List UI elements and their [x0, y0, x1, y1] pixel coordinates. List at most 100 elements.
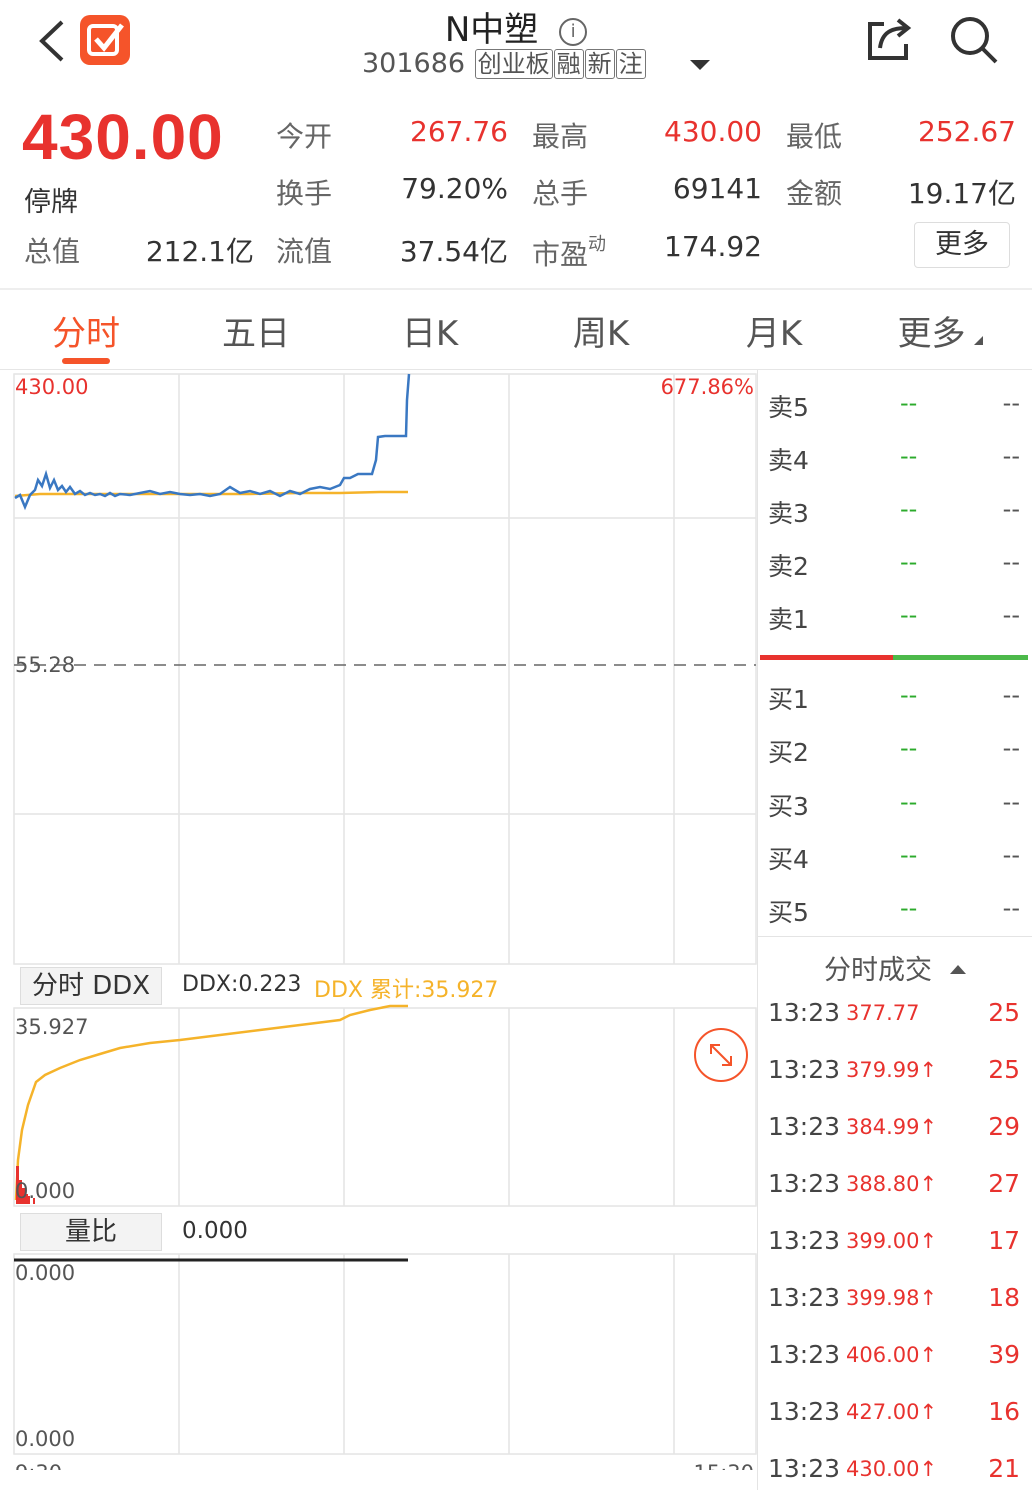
trade-time: 13:23 [768, 1055, 841, 1084]
open-label: 今开 [276, 120, 333, 153]
ask-bar [760, 655, 893, 660]
search-icon [951, 17, 998, 64]
back-button[interactable] [34, 16, 74, 66]
pe-superscript: 动 [588, 234, 607, 255]
search-button[interactable] [948, 14, 1000, 66]
info-icon[interactable]: i [559, 18, 588, 46]
intraday-chart[interactable]: 430.00 677.86% 55.28 35.927 0.000 0.000 … [0, 370, 758, 1470]
trading-status: 停牌 [24, 187, 78, 218]
ask-level-volume: -- [1002, 548, 1020, 576]
bid-level-volume: -- [1002, 734, 1020, 762]
volume-label: 总手 [532, 177, 589, 210]
ddx-cumulative-value: DDX 累计:35.927 [314, 978, 499, 1003]
trade-volume: 27 [988, 1169, 1020, 1198]
volume-ratio-value: 0.000 [182, 1218, 248, 1244]
price-axis-top: 430.00 [15, 375, 88, 399]
ask-level-price: -- [900, 389, 918, 417]
stock-code: 301686 [362, 48, 466, 79]
market-cap-label: 总值 [24, 235, 81, 268]
corner-arrow-icon [973, 336, 983, 345]
bid-bar [893, 655, 1028, 660]
trades-header[interactable]: 分时成交 [758, 948, 1032, 987]
time-axis-end: 15:30 [693, 1461, 754, 1470]
ddx-indicator-button[interactable]: 分时 DDX [20, 967, 162, 1005]
trade-time: 13:23 [768, 1283, 841, 1312]
ask-level-volume: -- [1002, 495, 1020, 523]
stock-name: N中塑 [444, 10, 539, 50]
trade-price: 406.00↑ [846, 1343, 938, 1367]
stock-subtitle[interactable]: 301686 创业板融新注 [362, 48, 646, 79]
pe-label: 市盈动 [532, 230, 606, 273]
share-button[interactable] [862, 14, 914, 66]
high-label: 最高 [532, 120, 589, 153]
low-label: 最低 [786, 120, 843, 153]
trade-price: 384.99↑ [846, 1115, 938, 1139]
tag-margin: 融 [553, 49, 584, 79]
divider [0, 288, 1032, 290]
high-value: 430.00 [664, 115, 762, 148]
tag-new: 新 [584, 49, 615, 79]
tab-more-label: 更多 [897, 314, 966, 354]
amount-value: 19.17亿 [907, 177, 1016, 210]
volume-value: 69141 [672, 172, 762, 205]
expand-button[interactable] [693, 1027, 749, 1083]
trade-volume: 21 [988, 1454, 1020, 1483]
volume-ratio-axis-bottom: 0.000 [15, 1427, 75, 1451]
trade-price: 388.80↑ [846, 1172, 938, 1196]
current-price: 430.00 [22, 101, 224, 173]
bid-level-label: 买1 [768, 685, 809, 714]
trade-price: 399.98↑ [846, 1286, 938, 1310]
bid-level-label: 买4 [768, 845, 809, 874]
more-quote-button[interactable]: 更多 [914, 222, 1010, 268]
tab-five-day[interactable]: 五日 [186, 306, 326, 355]
bid-level-price: -- [900, 734, 918, 762]
tab-intraday[interactable]: 分时 [16, 306, 156, 355]
trade-volume: 39 [988, 1340, 1020, 1369]
trades-title: 分时成交 [824, 955, 932, 986]
pe-label-text: 市盈 [532, 238, 589, 271]
ask-level-label: 卖3 [768, 499, 809, 528]
ask-level-label: 卖4 [768, 446, 809, 475]
trade-volume: 25 [988, 1055, 1020, 1084]
trade-price: 379.99↑ [846, 1058, 938, 1082]
trade-time: 13:23 [768, 1112, 841, 1141]
ask-level-price: -- [900, 548, 918, 576]
pct-axis-top: 677.86% [661, 375, 754, 399]
ddx-value: DDX:0.223 [182, 972, 302, 997]
tab-monthly-k[interactable]: 月K [704, 306, 844, 355]
tab-more[interactable]: 更多 [870, 306, 1010, 355]
ask-level-price: -- [900, 495, 918, 523]
tab-indicator [62, 358, 110, 364]
open-value: 267.76 [410, 115, 508, 148]
ask-level-volume: -- [1002, 389, 1020, 417]
bid-level-volume: -- [1002, 788, 1020, 816]
market-cap-value: 212.1亿 [145, 235, 254, 268]
ask-level-label: 卖1 [768, 605, 809, 634]
bid-level-label: 买2 [768, 738, 809, 767]
trade-volume: 29 [988, 1112, 1020, 1141]
tab-weekly-k[interactable]: 周K [531, 306, 671, 355]
bid-level-volume: -- [1002, 681, 1020, 709]
volume-ratio-axis-top: 0.000 [15, 1261, 75, 1285]
ask-level-volume: -- [1002, 601, 1020, 629]
sort-up-icon [950, 965, 966, 974]
tab-daily-k[interactable]: 日K [360, 306, 500, 355]
bid-level-label: 买3 [768, 792, 809, 821]
trade-time: 13:23 [768, 1340, 841, 1369]
dropdown-icon[interactable] [690, 60, 710, 70]
intraday-grid [13, 373, 757, 965]
ask-level-label: 卖2 [768, 552, 809, 581]
trade-price: 427.00↑ [846, 1400, 938, 1424]
bid-level-volume: -- [1002, 894, 1020, 922]
turnover-value: 79.20% [401, 172, 508, 205]
trade-time: 13:23 [768, 1169, 841, 1198]
trade-time: 13:23 [768, 1226, 841, 1255]
pe-value: 174.92 [664, 230, 762, 263]
trade-volume: 25 [988, 998, 1020, 1027]
ddx-grid [13, 1007, 757, 1207]
divider [757, 370, 758, 1490]
low-value: 252.67 [918, 115, 1016, 148]
trade-volume: 16 [988, 1397, 1020, 1426]
volume-ratio-button[interactable]: 量比 [20, 1213, 162, 1251]
ask-level-label: 卖5 [768, 393, 809, 422]
